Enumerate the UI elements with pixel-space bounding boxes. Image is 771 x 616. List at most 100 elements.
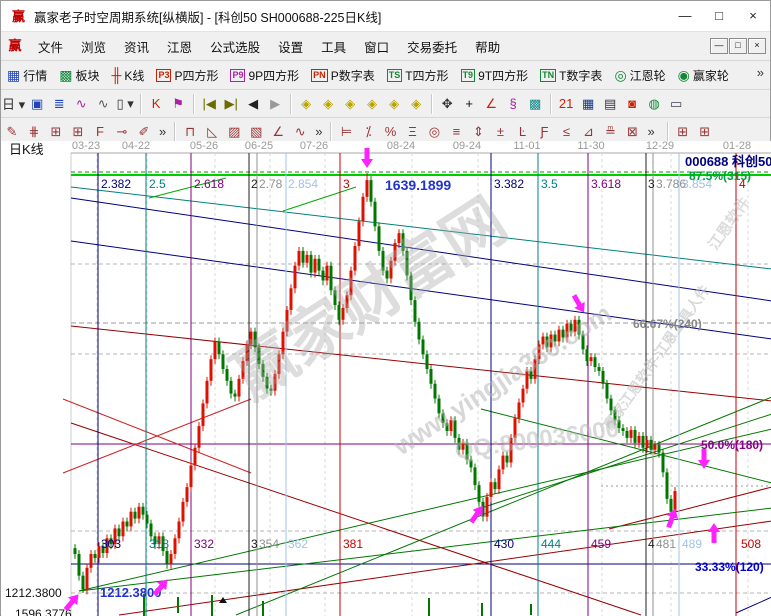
draw-tool-2-5-button[interactable]: ≡ (446, 122, 466, 142)
tool-t-square[interactable]: TST四方形 (384, 66, 452, 85)
close-button[interactable]: × (736, 2, 770, 30)
draw-tool-2-11-button[interactable]: ⊿ (578, 122, 598, 142)
hand-tool-button[interactable]: ✥ (437, 94, 457, 114)
color-flag-chart-button[interactable]: ⚑ (168, 94, 188, 114)
pattern-tool-button[interactable]: § (503, 94, 523, 114)
draw-tool-2-10-button[interactable]: ≤ (556, 122, 576, 142)
price-square-label: 3 (343, 177, 350, 191)
draw-tool-3-0-button[interactable]: ⊞ (673, 122, 693, 142)
draw-tool-1-3-button[interactable]: ▧ (246, 122, 266, 142)
menu-item-文件[interactable]: 文件 (29, 33, 72, 60)
network-button[interactable]: ◍ (644, 94, 664, 114)
draw-tool-0-0-button[interactable]: ✎ (2, 122, 22, 142)
mini-chart-9-button[interactable]: ∿ (93, 94, 113, 114)
fit-all-button[interactable]: ◈ (406, 94, 426, 114)
draw-tool-2-2-button[interactable]: % (380, 122, 400, 142)
draw-tool-1-5-button[interactable]: ∿ (290, 122, 310, 142)
menu-item-江恩[interactable]: 江恩 (158, 33, 201, 60)
draw-group-overflow-chevron[interactable]: » (647, 124, 654, 139)
expand-vertical-button[interactable]: ◈ (384, 94, 404, 114)
nav-next-button[interactable]: ▶ (265, 94, 285, 114)
draw-tool-2-8-button[interactable]: Ŀ (512, 122, 532, 142)
expand-horizontal-button[interactable]: ◈ (340, 94, 360, 114)
kline-chart[interactable]: 03-2304-2205-2606-2507-2608-2409-2411-01… (1, 141, 771, 616)
mdi-restore-button[interactable]: □ (729, 38, 747, 54)
candle-body (150, 524, 153, 537)
crosshair-tool-button[interactable]: + (459, 94, 479, 114)
menu-item-工具[interactable]: 工具 (312, 33, 355, 60)
bar-style-selector-button[interactable]: ▯ ▾ (115, 94, 135, 114)
draw-tool-0-2-button[interactable]: ⊞ (46, 122, 66, 142)
draw-tool-0-6-button[interactable]: ✐ (134, 122, 154, 142)
jump-left-button[interactable]: ◈ (296, 94, 316, 114)
candle-body (178, 522, 181, 539)
draw-group-overflow-chevron[interactable]: » (315, 124, 322, 139)
draw-tool-2-0-button[interactable]: ⊨ (336, 122, 356, 142)
menu-item-窗口[interactable]: 窗口 (355, 33, 398, 60)
tool-winner-wheel[interactable]: ◉赢家轮 (675, 66, 732, 85)
mdi-minimize-button[interactable]: — (710, 38, 728, 54)
draw-group-overflow-chevron[interactable]: » (159, 124, 166, 139)
nav-last-button[interactable]: ▶| (221, 94, 241, 114)
candle-body (290, 288, 293, 310)
save-button[interactable]: ◙ (622, 94, 642, 114)
draw-tool-1-1-button[interactable]: ◺ (202, 122, 222, 142)
draw-tool-2-13-button[interactable]: ⊠ (622, 122, 642, 142)
menu-item-浏览[interactable]: 浏览 (72, 33, 115, 60)
gann-k-tool-button[interactable]: K (146, 94, 166, 114)
tool-sectors[interactable]: ▩板块 (56, 66, 102, 85)
draw-tool-2-12-button[interactable]: ≞ (600, 122, 620, 142)
maximize-button[interactable]: □ (702, 2, 736, 30)
draw-tool-2-3-button[interactable]: Ξ (402, 122, 422, 142)
draw-tool-1-4-button[interactable]: ∠ (268, 122, 288, 142)
draw-tool-2-7-button[interactable]: ± (490, 122, 510, 142)
printer-button[interactable]: ▭ (666, 94, 686, 114)
tool-kline[interactable]: ╫K线 (109, 66, 148, 85)
draw-tool-0-3-button[interactable]: ⊞ (68, 122, 88, 142)
draw-tool-2-4-button[interactable]: ◎ (424, 122, 444, 142)
chart-area[interactable]: 03-2304-2205-2606-2507-2608-2409-2411-01… (1, 141, 771, 616)
menu-item-资讯[interactable]: 资讯 (115, 33, 158, 60)
calculator-button[interactable]: ▦ (578, 94, 598, 114)
compress-horizontal-button[interactable]: ◈ (362, 94, 382, 114)
nav-first-button[interactable]: |◀ (199, 94, 219, 114)
draw-tool-2-1-button[interactable]: ⁒ (358, 122, 378, 142)
tool-9t-square[interactable]: T99T四方形 (458, 66, 532, 85)
tool-p-digit-table[interactable]: PNP数字表 (308, 66, 378, 85)
tool-9p-square[interactable]: P99P四方形 (227, 66, 302, 85)
tool-p-square[interactable]: P3P四方形 (153, 66, 221, 85)
minimize-button[interactable]: — (668, 2, 702, 30)
list-view-button[interactable]: ≣ (49, 94, 69, 114)
jump-right-button[interactable]: ◈ (318, 94, 338, 114)
nav-prev-button[interactable]: ◀ (243, 94, 263, 114)
draw-tool-1-2-button[interactable]: ▨ (224, 122, 244, 142)
draw-tool-2-9-button[interactable]: Ƒ (534, 122, 554, 142)
draw-tool-2-6-button[interactable]: ⇕ (468, 122, 488, 142)
calendar-button[interactable]: 21 (556, 94, 576, 114)
candle-body (202, 403, 205, 426)
menu-item-设置[interactable]: 设置 (269, 33, 312, 60)
draw-tool-0-5-button[interactable]: ⊸ (112, 122, 132, 142)
period-selector-button[interactable]: 日 ▾ (2, 94, 25, 114)
menu-item-帮助[interactable]: 帮助 (466, 33, 509, 60)
candle-body (126, 522, 129, 527)
mini-chart-3-button[interactable]: ∿ (71, 94, 91, 114)
draw-tool-3-1-button[interactable]: ⊞ (695, 122, 715, 142)
mdi-close-button[interactable]: × (748, 38, 766, 54)
tool-t-digit-table[interactable]: TNT数字表 (537, 66, 605, 85)
draw-tool-0-4-button[interactable]: F (90, 122, 110, 142)
menu-item-交易委托[interactable]: 交易委托 (398, 33, 466, 60)
tool-quotes[interactable]: ▦行情 (4, 66, 50, 85)
candle-body (142, 507, 145, 515)
notepad-button[interactable]: ▤ (600, 94, 620, 114)
draw-tool-0-1-button[interactable]: ⋕ (24, 122, 44, 142)
draw-tool-1-0-button[interactable]: ⊓ (180, 122, 200, 142)
menu-item-公式选股[interactable]: 公式选股 (201, 33, 269, 60)
angle-tool-button[interactable]: ∠ (481, 94, 501, 114)
brain-tool-button[interactable]: ▩ (525, 94, 545, 114)
candle-body (586, 349, 589, 361)
toolbar-overflow-chevron[interactable]: » (757, 65, 764, 80)
tool-gann-wheel[interactable]: ◎江恩轮 (611, 66, 668, 85)
toolbar-separator (140, 94, 141, 114)
window-overlap-button[interactable]: ▣ (27, 94, 47, 114)
